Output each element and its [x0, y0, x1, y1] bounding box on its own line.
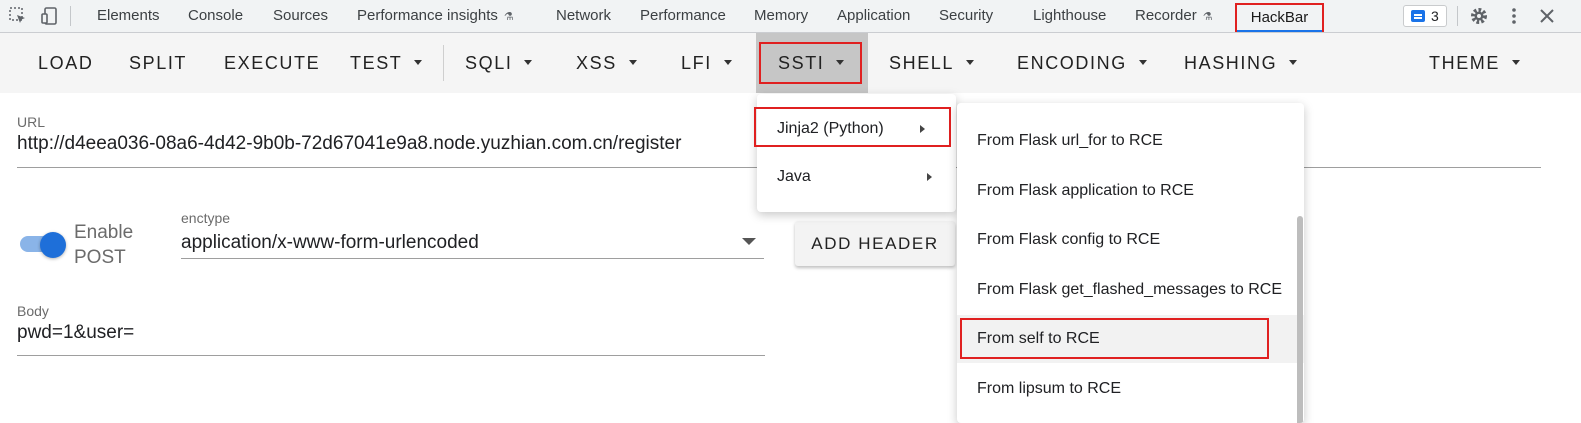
menu-item-flask-application[interactable]: From Flask application to RCE	[957, 167, 1304, 215]
button-label: SHELL	[889, 53, 955, 73]
shell-menu-button[interactable]: SHELL	[889, 33, 975, 93]
tab-separator	[1457, 6, 1458, 26]
enctype-label: enctype	[181, 210, 231, 226]
submenu-arrow-icon	[920, 125, 925, 133]
theme-menu-button[interactable]: THEME	[1429, 33, 1520, 93]
button-label: LOAD	[38, 53, 94, 73]
url-input[interactable]: http://d4eea036-08a6-4d42-9b0b-72d67041e…	[17, 133, 681, 155]
tab-hackbar[interactable]: HackBar	[1235, 3, 1324, 32]
caret-down-icon	[1512, 59, 1520, 65]
submenu-scrollbar[interactable]	[1297, 216, 1303, 423]
tab-label: Lighthouse	[1033, 7, 1107, 24]
dropdown-arrow-icon[interactable]	[742, 238, 756, 245]
button-label: XSS	[576, 53, 617, 73]
execute-button[interactable]: EXECUTE	[224, 33, 320, 93]
menu-item-lipsum[interactable]: From lipsum to RCE	[957, 365, 1304, 413]
flask-icon: ⚗	[503, 11, 514, 23]
body-underline	[17, 355, 765, 356]
caret-down-icon	[628, 59, 637, 65]
flask-icon: ⚗	[1202, 11, 1213, 23]
issues-counter-button[interactable]: 3	[1403, 5, 1447, 27]
gear-icon[interactable]	[1469, 6, 1489, 26]
ssti-highlight-box	[759, 42, 862, 84]
inspect-element-icon[interactable]	[8, 6, 28, 26]
caret-down-icon	[1289, 59, 1298, 65]
tab-label: Application	[837, 7, 911, 24]
lfi-menu-button[interactable]: LFI	[681, 33, 732, 93]
toggle-knob[interactable]	[40, 232, 66, 258]
hashing-menu-button[interactable]: HASHING	[1184, 33, 1298, 93]
tab-network[interactable]: Network	[556, 0, 611, 32]
tab-lighthouse[interactable]: Lighthouse	[1033, 0, 1106, 32]
tab-elements[interactable]: Elements	[97, 0, 160, 32]
add-header-button[interactable]: ADD HEADER	[795, 221, 955, 266]
url-label: URL	[17, 114, 46, 130]
tab-label: Sources	[273, 7, 329, 24]
button-label: ENCODING	[1017, 53, 1127, 73]
tab-separator	[70, 6, 71, 26]
tab-performance-insights[interactable]: Performance insights ⚗	[357, 0, 514, 32]
tab-label: HackBar	[1250, 9, 1309, 26]
caret-down-icon	[414, 59, 423, 65]
button-label: TEST	[350, 53, 403, 73]
tab-memory[interactable]: Memory	[754, 0, 808, 32]
load-button[interactable]: LOAD	[38, 33, 93, 93]
tab-security[interactable]: Security	[939, 0, 993, 32]
tab-label: Network	[556, 7, 612, 24]
menu-item-flask-url-for[interactable]: From Flask url_for to RCE	[957, 117, 1304, 165]
caret-down-icon	[723, 59, 732, 65]
button-label: SQLI	[465, 53, 513, 73]
tab-sources[interactable]: Sources	[273, 0, 328, 32]
menu-item-flask-get-flashed-messages[interactable]: From Flask get_flashed_messages to RCE	[957, 266, 1304, 314]
tab-label: Recorder	[1135, 7, 1197, 24]
tab-label: Security	[939, 7, 994, 24]
self-highlight-box	[960, 318, 1269, 359]
split-button[interactable]: SPLIT	[129, 33, 187, 93]
close-icon[interactable]	[1537, 6, 1557, 26]
tab-recorder[interactable]: Recorder ⚗	[1135, 0, 1213, 32]
enable-post-label: Enable POST	[74, 222, 134, 268]
issues-count: 3	[1431, 8, 1439, 24]
device-toolbar-icon[interactable]	[40, 6, 60, 26]
tab-console[interactable]: Console	[188, 0, 243, 32]
menu-item-flask-config[interactable]: From Flask config to RCE	[957, 216, 1304, 264]
message-icon	[1411, 10, 1425, 22]
enctype-underline	[181, 258, 764, 259]
button-label: HASHING	[1184, 53, 1278, 73]
tab-label: Console	[188, 7, 244, 24]
xss-menu-button[interactable]: XSS	[576, 33, 637, 93]
hackbar-toolbar: LOAD SPLIT EXECUTE TEST SQLI XSS LFI SST…	[0, 33, 1581, 93]
submenu-arrow-icon	[927, 173, 932, 181]
devtools-tab-bar: Elements Console Sources Performance ins…	[0, 0, 1581, 33]
caret-down-icon	[524, 59, 533, 65]
button-label: THEME	[1429, 53, 1500, 73]
menu-item-label: Java	[777, 168, 811, 185]
toolbar-divider	[443, 45, 444, 81]
body-input[interactable]: pwd=1&user=	[17, 322, 134, 344]
body-label: Body	[17, 303, 49, 319]
menu-item-jinja2[interactable]: Jinja2 (Python)	[754, 107, 951, 147]
tab-performance[interactable]: Performance	[640, 0, 726, 32]
jinja2-submenu: From Flask url_for to RCE From Flask app…	[957, 103, 1304, 423]
tab-label: Memory	[754, 7, 809, 24]
enctype-select[interactable]: application/x-www-form-urlencoded	[181, 232, 479, 254]
tab-label: Performance	[640, 7, 726, 24]
tab-label: Performance insights	[357, 7, 498, 24]
test-menu-button[interactable]: TEST	[350, 33, 423, 93]
menu-item-label: Jinja2 (Python)	[777, 120, 884, 137]
ssti-dropdown-menu: Jinja2 (Python) Java	[754, 94, 956, 212]
encoding-menu-button[interactable]: ENCODING	[1017, 33, 1147, 93]
caret-down-icon	[1138, 59, 1147, 65]
button-label: EXECUTE	[224, 53, 321, 73]
menu-item-java[interactable]: Java	[757, 157, 956, 197]
more-options-icon[interactable]	[1504, 6, 1524, 26]
tab-label: Elements	[97, 7, 160, 24]
button-label: LFI	[681, 53, 712, 73]
tab-application[interactable]: Application	[837, 0, 910, 32]
button-label: SPLIT	[129, 53, 188, 73]
sqli-menu-button[interactable]: SQLI	[465, 33, 533, 93]
caret-down-icon	[966, 59, 975, 65]
